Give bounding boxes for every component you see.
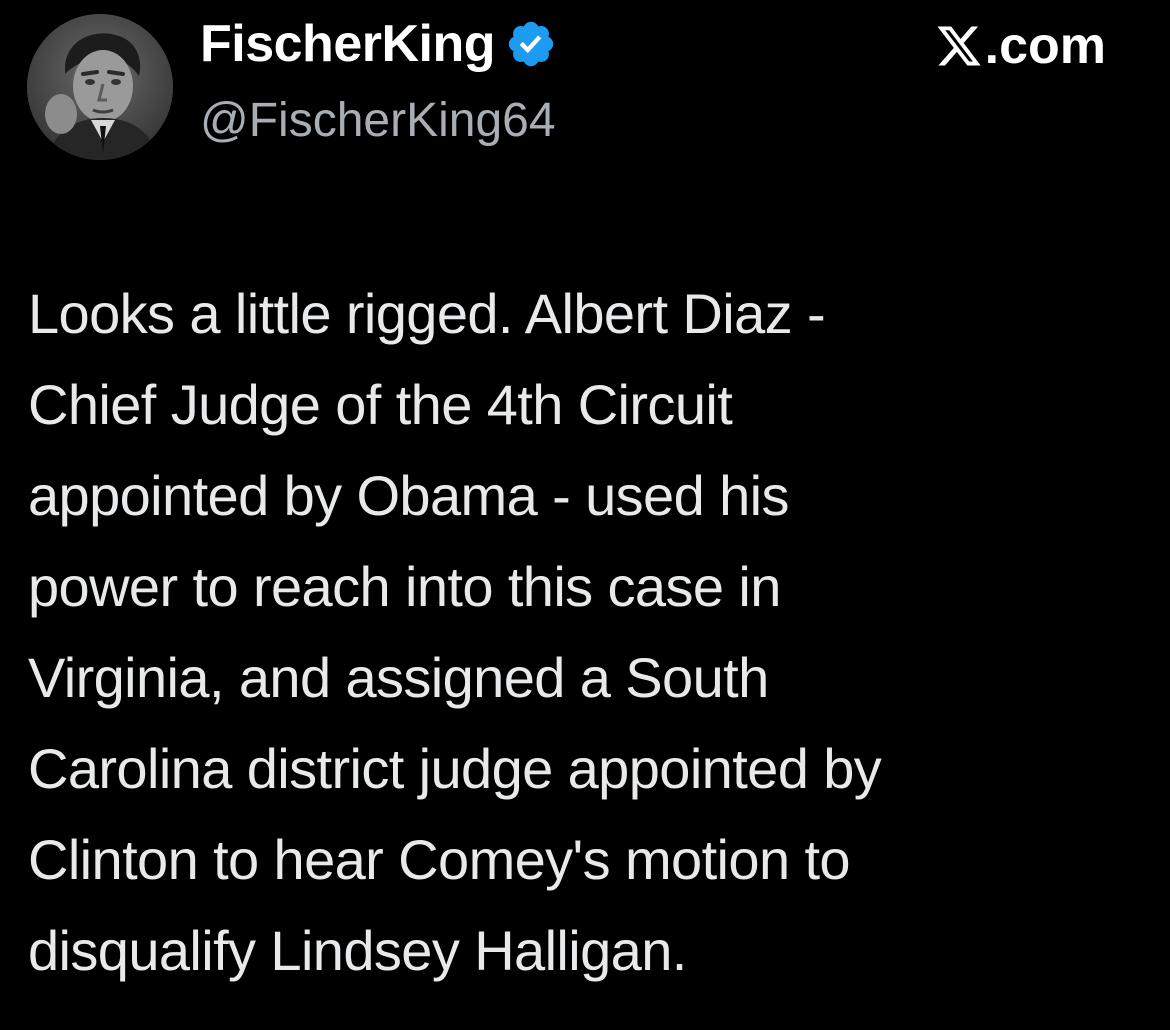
tweet-text: Looks a little rigged. Albert Diaz - Chi… — [28, 268, 1128, 996]
source-watermark: .com — [935, 14, 1106, 78]
author-name-row[interactable]: FischerKing — [200, 12, 557, 76]
x-logo-icon — [937, 26, 981, 66]
tweet-text-line: Carolina district judge appointed by — [28, 737, 882, 800]
author-display-name[interactable]: FischerKing — [200, 12, 496, 76]
avatar-portrait-image — [27, 14, 173, 160]
tweet-text-line: disqualify Lindsey Halligan. — [28, 919, 687, 982]
author-handle[interactable]: @FischerKing64 — [200, 92, 556, 150]
verified-badge-icon — [508, 21, 554, 67]
tweet-text-line: Chief Judge of the 4th Circuit — [28, 373, 733, 436]
tweet-text-line: Clinton to hear Comey's motion to — [28, 828, 851, 891]
author-avatar[interactable] — [27, 14, 173, 160]
tweet-card: FischerKing @FischerKing64 .com Looks a … — [0, 0, 1170, 1030]
source-domain-suffix: .com — [984, 17, 1106, 75]
tweet-text-line: power to reach into this case in — [28, 555, 781, 618]
tweet-text-line: Looks a little rigged. Albert Diaz - — [28, 282, 826, 345]
tweet-text-line: appointed by Obama - used his — [28, 464, 789, 527]
tweet-text-line: Virginia, and assigned a South — [28, 646, 769, 709]
